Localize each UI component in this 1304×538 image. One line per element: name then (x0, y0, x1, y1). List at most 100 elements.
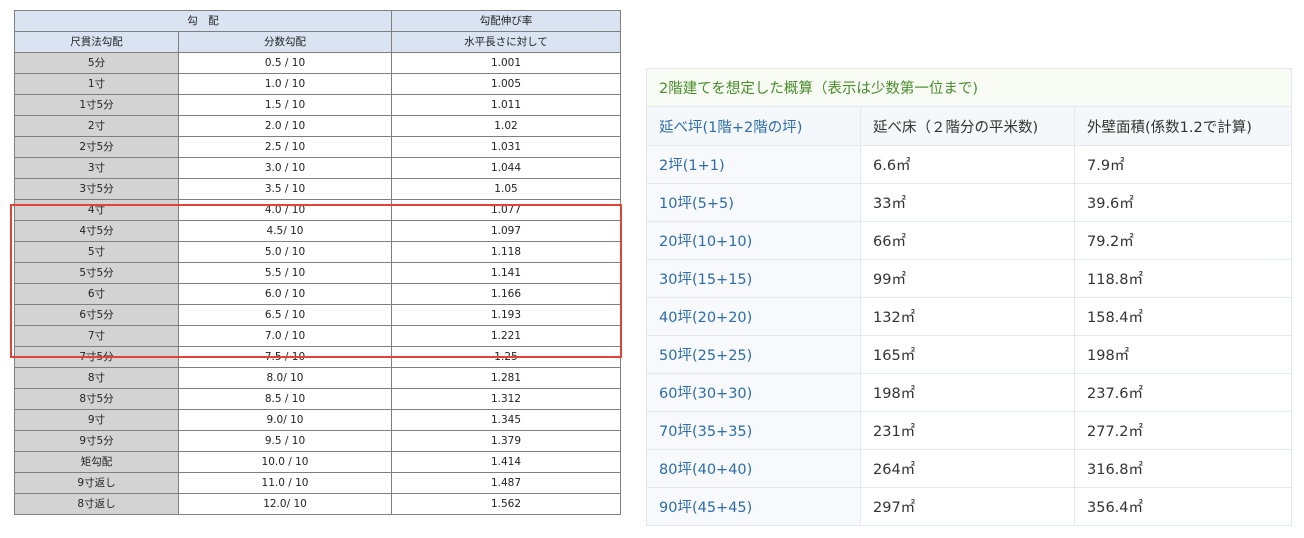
estimate-tsubo-cell: 90坪(45+45) (646, 487, 861, 526)
slope-group-header: 勾 配 (14, 10, 392, 32)
estimate-tsubo-cell: 70坪(35+35) (646, 411, 861, 450)
estimate-row: 20坪(10+10) 66㎡ 79.2㎡ (646, 221, 1293, 260)
estimate-wall-cell: 118.8㎡ (1073, 259, 1293, 298)
slope-fraction-cell: 8.0/ 10 (178, 367, 392, 389)
estimate-tsubo-cell: 60坪(30+30) (646, 373, 861, 412)
slope-fraction-cell: 12.0/ 10 (178, 493, 392, 515)
estimate-wall-cell: 158.4㎡ (1073, 297, 1293, 336)
slope-rate-cell: 1.25 (391, 346, 621, 368)
slope-column-header-row: 尺貫法勾配 分数勾配 水平長さに対して (14, 31, 621, 53)
col-header-total-tsubo: 延べ坪(1階+2階の坪) (646, 106, 861, 146)
slope-rate-cell: 1.077 (391, 199, 621, 221)
estimate-floor-cell: 264㎡ (860, 449, 1075, 488)
slope-rate-cell: 1.118 (391, 241, 621, 263)
col-header-floor-area: 延べ床（２階分の平米数) (860, 106, 1075, 146)
slope-row: 7寸5分 7.5 / 10 1.25 (14, 346, 621, 368)
slope-rate-cell: 1.05 (391, 178, 621, 200)
slope-shakkanho-cell: 9寸 (14, 409, 179, 431)
slope-row: 5分 0.5 / 10 1.001 (14, 52, 621, 74)
slope-shakkanho-cell: 5寸 (14, 241, 179, 263)
estimate-wall-cell: 237.6㎡ (1073, 373, 1293, 412)
slope-fraction-cell: 8.5 / 10 (178, 388, 392, 410)
estimate-tsubo-cell: 10坪(5+5) (646, 183, 861, 222)
slope-shakkanho-cell: 矩勾配 (14, 451, 179, 473)
estimate-tsubo-cell: 50坪(25+25) (646, 335, 861, 374)
estimate-floor-cell: 6.6㎡ (860, 145, 1075, 184)
slope-rate-cell: 1.345 (391, 409, 621, 431)
slope-shakkanho-cell: 7寸 (14, 325, 179, 347)
estimate-row: 80坪(40+40) 264㎡ 316.8㎡ (646, 449, 1293, 488)
slope-rate-cell: 1.562 (391, 493, 621, 515)
slope-row: 8寸 8.0/ 10 1.281 (14, 367, 621, 389)
slope-rate-cell: 1.487 (391, 472, 621, 494)
estimate-tsubo-cell: 40坪(20+20) (646, 297, 861, 336)
slope-shakkanho-cell: 6寸5分 (14, 304, 179, 326)
estimate-floor-cell: 132㎡ (860, 297, 1075, 336)
slope-rate-cell: 1.141 (391, 262, 621, 284)
slope-rate-cell: 1.193 (391, 304, 621, 326)
slope-rate-cell: 1.005 (391, 73, 621, 95)
slope-row: 6寸5分 6.5 / 10 1.193 (14, 304, 621, 326)
estimate-wall-cell: 39.6㎡ (1073, 183, 1293, 222)
slope-shakkanho-cell: 1寸5分 (14, 94, 179, 116)
estimate-row: 10坪(5+5) 33㎡ 39.6㎡ (646, 183, 1293, 222)
slope-row: 1寸 1.0 / 10 1.005 (14, 73, 621, 95)
slope-rate-cell: 1.011 (391, 94, 621, 116)
slope-fraction-cell: 1.5 / 10 (178, 94, 392, 116)
estimate-row: 70坪(35+35) 231㎡ 277.2㎡ (646, 411, 1293, 450)
slope-shakkanho-cell: 2寸5分 (14, 136, 179, 158)
slope-fraction-cell: 11.0 / 10 (178, 472, 392, 494)
estimate-floor-cell: 231㎡ (860, 411, 1075, 450)
slope-fraction-cell: 6.0 / 10 (178, 283, 392, 305)
slope-shakkanho-cell: 7寸5分 (14, 346, 179, 368)
col-header-horizontal: 水平長さに対して (391, 31, 621, 53)
estimate-row: 60坪(30+30) 198㎡ 237.6㎡ (646, 373, 1293, 412)
estimate-row: 50坪(25+25) 165㎡ 198㎡ (646, 335, 1293, 374)
slope-fraction-cell: 0.5 / 10 (178, 52, 392, 74)
slope-fraction-cell: 1.0 / 10 (178, 73, 392, 95)
slope-row: 9寸 9.0/ 10 1.345 (14, 409, 621, 431)
slope-row: 2寸 2.0 / 10 1.02 (14, 115, 621, 137)
slope-shakkanho-cell: 3寸5分 (14, 178, 179, 200)
slope-shakkanho-cell: 2寸 (14, 115, 179, 137)
slope-row: 矩勾配 10.0 / 10 1.414 (14, 451, 621, 473)
slope-row: 7寸 7.0 / 10 1.221 (14, 325, 621, 347)
estimate-wall-cell: 277.2㎡ (1073, 411, 1293, 450)
slope-fraction-cell: 4.0 / 10 (178, 199, 392, 221)
slope-row: 5寸 5.0 / 10 1.118 (14, 241, 621, 263)
slope-group-header-row: 勾 配 勾配伸び率 (14, 10, 621, 32)
col-header-fraction: 分数勾配 (178, 31, 392, 53)
slope-row: 4寸5分 4.5/ 10 1.097 (14, 220, 621, 242)
estimate-tsubo-cell: 20坪(10+10) (646, 221, 861, 260)
slope-fraction-cell: 9.0/ 10 (178, 409, 392, 431)
slope-rate-cell: 1.166 (391, 283, 621, 305)
slope-rate-cell: 1.044 (391, 157, 621, 179)
estimate-caption-row: 2階建てを想定した概算（表示は少数第一位まで) (645, 68, 1293, 107)
slope-fraction-cell: 2.5 / 10 (178, 136, 392, 158)
estimate-row: 2坪(1+1) 6.6㎡ 7.9㎡ (646, 145, 1293, 184)
estimate-floor-cell: 198㎡ (860, 373, 1075, 412)
slope-fraction-cell: 3.5 / 10 (178, 178, 392, 200)
slope-table-body: 5分 0.5 / 10 1.001 1寸 1.0 / 10 1.005 1寸5分 1.5 / … (14, 52, 621, 515)
estimate-wall-cell: 7.9㎡ (1073, 145, 1293, 184)
stretch-rate-group-header: 勾配伸び率 (391, 10, 621, 32)
slope-row: 4寸 4.0 / 10 1.077 (14, 199, 621, 221)
slope-shakkanho-cell: 9寸返し (14, 472, 179, 494)
slope-shakkanho-cell: 8寸返し (14, 493, 179, 515)
estimate-floor-cell: 99㎡ (860, 259, 1075, 298)
estimate-floor-cell: 297㎡ (860, 487, 1075, 526)
slope-fraction-cell: 6.5 / 10 (178, 304, 392, 326)
slope-table-container: 勾 配 勾配伸び率 尺貫法勾配 分数勾配 水平長さに対して 5分 0.5 / 10… (10, 10, 622, 515)
slope-shakkanho-cell: 9寸5分 (14, 430, 179, 452)
estimate-floor-cell: 165㎡ (860, 335, 1075, 374)
slope-row: 3寸5分 3.5 / 10 1.05 (14, 178, 621, 200)
estimate-wall-cell: 79.2㎡ (1073, 221, 1293, 260)
estimate-wall-cell: 316.8㎡ (1073, 449, 1293, 488)
estimate-row: 90坪(45+45) 297㎡ 356.4㎡ (646, 487, 1293, 526)
col-header-wall-area: 外壁面積(係数1.2で計算) (1073, 106, 1293, 146)
estimate-floor-cell: 33㎡ (860, 183, 1075, 222)
slope-row: 8寸返し 12.0/ 10 1.562 (14, 493, 621, 515)
slope-fraction-cell: 3.0 / 10 (178, 157, 392, 179)
slope-shakkanho-cell: 1寸 (14, 73, 179, 95)
slope-row: 6寸 6.0 / 10 1.166 (14, 283, 621, 305)
